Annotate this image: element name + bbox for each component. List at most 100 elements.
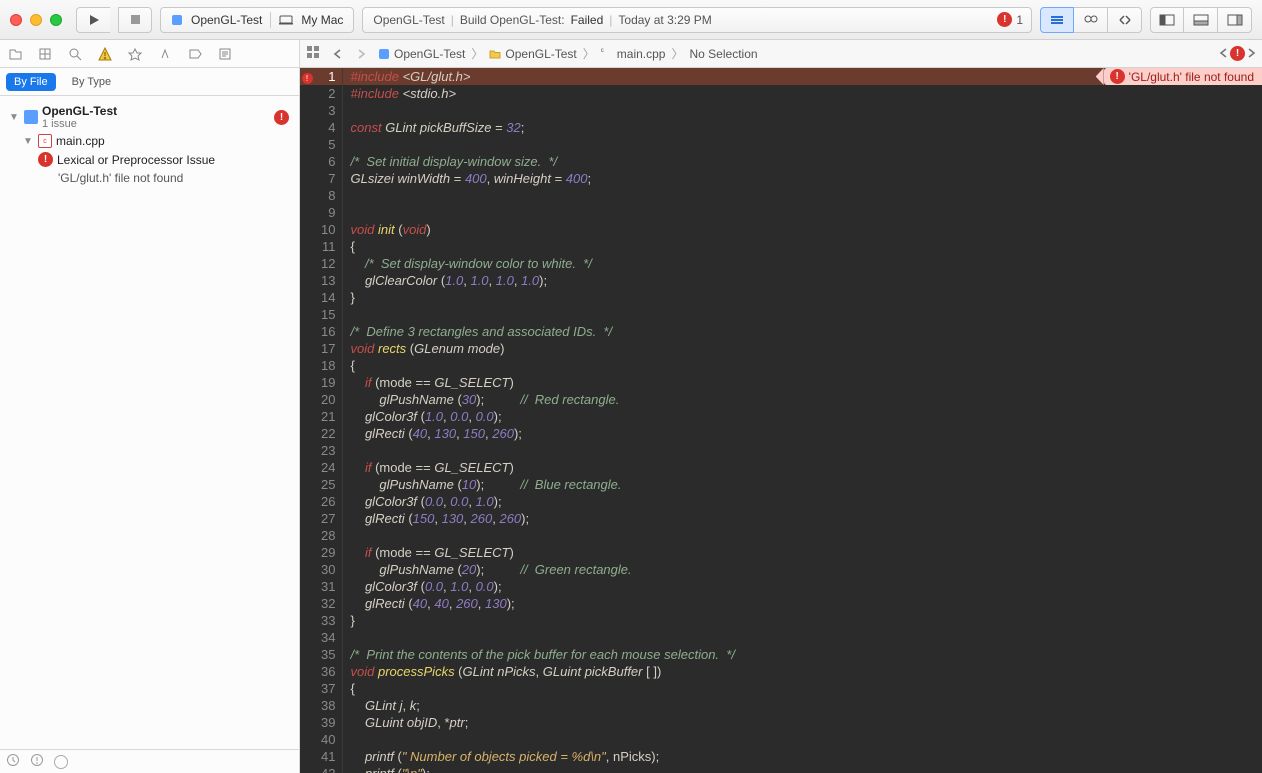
forward-button[interactable] [350, 44, 372, 64]
line-number[interactable]: 40 [314, 731, 342, 748]
assistant-editor-button[interactable] [1074, 7, 1108, 33]
activity-viewer[interactable]: OpenGL-Test | Build OpenGL-Test: Failed … [362, 7, 1032, 33]
error-filter-icon[interactable] [30, 753, 44, 770]
line-number[interactable]: 14 [314, 289, 342, 306]
debug-navigator-tab[interactable] [156, 47, 174, 61]
code-content[interactable]: glColor3f (0.0, 0.0, 1.0); [342, 493, 1262, 510]
version-editor-button[interactable] [1108, 7, 1142, 33]
code-content[interactable]: if (mode == GL_SELECT) [342, 374, 1262, 391]
code-content[interactable]: { [342, 680, 1262, 697]
code-content[interactable]: glColor3f (0.0, 1.0, 0.0); [342, 578, 1262, 595]
filter-field[interactable] [54, 755, 68, 769]
line-number[interactable]: 39 [314, 714, 342, 731]
gutter-error-cell[interactable] [300, 578, 314, 595]
code-content[interactable]: /* Set initial display-window size. */ [342, 153, 1262, 170]
line-number[interactable]: 13 [314, 272, 342, 289]
line-number[interactable]: 19 [314, 374, 342, 391]
line-number[interactable]: 22 [314, 425, 342, 442]
previous-issue-button[interactable] [1219, 47, 1228, 61]
code-content[interactable]: /* Print the contents of the pick buffer… [342, 646, 1262, 663]
gutter-error-cell[interactable] [300, 391, 314, 408]
code-content[interactable]: { [342, 357, 1262, 374]
toggle-left-panel-button[interactable] [1150, 7, 1184, 33]
code-content[interactable]: glPushName (10); // Blue rectangle. [342, 476, 1262, 493]
issue-entry-row[interactable]: ! Lexical or Preprocessor Issue [4, 150, 295, 169]
code-content[interactable]: printf ("\n"); [342, 765, 1262, 773]
code-content[interactable]: } [342, 612, 1262, 629]
line-number[interactable]: 16 [314, 323, 342, 340]
code-content[interactable] [342, 136, 1262, 153]
line-number[interactable]: 6 [314, 153, 342, 170]
filter-by-type[interactable]: By Type [64, 73, 120, 91]
code-content[interactable]: { [342, 238, 1262, 255]
line-number[interactable]: 17 [314, 340, 342, 357]
line-number[interactable]: 37 [314, 680, 342, 697]
gutter-error-cell[interactable] [300, 153, 314, 170]
code-line[interactable]: 42 printf ("\n"); [300, 765, 1262, 773]
line-number[interactable]: 30 [314, 561, 342, 578]
code-content[interactable]: void init (void) [342, 221, 1262, 238]
line-number[interactable]: 1 [314, 68, 342, 85]
code-content[interactable]: /* Set display-window color to white. */ [342, 255, 1262, 272]
line-number[interactable]: 23 [314, 442, 342, 459]
code-line[interactable]: 29 if (mode == GL_SELECT) [300, 544, 1262, 561]
code-line[interactable]: 32 glRecti (40, 40, 260, 130); [300, 595, 1262, 612]
code-content[interactable] [342, 442, 1262, 459]
gutter-error-cell[interactable] [300, 255, 314, 272]
gutter-error-cell[interactable] [300, 697, 314, 714]
report-navigator-tab[interactable] [216, 47, 234, 61]
line-number[interactable]: 35 [314, 646, 342, 663]
line-number[interactable]: 7 [314, 170, 342, 187]
gutter-error-cell[interactable] [300, 102, 314, 119]
gutter-error-cell[interactable]: ! [300, 68, 314, 85]
code-line[interactable]: 28 [300, 527, 1262, 544]
code-content[interactable] [342, 102, 1262, 119]
line-number[interactable]: 4 [314, 119, 342, 136]
code-line[interactable]: 4const GLint pickBuffSize = 32; [300, 119, 1262, 136]
line-number[interactable]: 36 [314, 663, 342, 680]
line-number[interactable]: 42 [314, 765, 342, 773]
gutter-error-cell[interactable] [300, 510, 314, 527]
project-navigator-tab[interactable] [6, 47, 24, 61]
code-line[interactable]: 27 glRecti (150, 130, 260, 260); [300, 510, 1262, 527]
line-number[interactable]: 18 [314, 357, 342, 374]
gutter-error-cell[interactable] [300, 221, 314, 238]
line-number[interactable]: 32 [314, 595, 342, 612]
line-number[interactable]: 10 [314, 221, 342, 238]
code-line[interactable]: 17void rects (GLenum mode) [300, 340, 1262, 357]
code-line[interactable]: 10void init (void) [300, 221, 1262, 238]
gutter-error-cell[interactable] [300, 340, 314, 357]
code-content[interactable]: glRecti (40, 40, 260, 130); [342, 595, 1262, 612]
code-line[interactable]: 21 glColor3f (1.0, 0.0, 0.0); [300, 408, 1262, 425]
code-content[interactable]: if (mode == GL_SELECT) [342, 459, 1262, 476]
zoom-window-button[interactable] [50, 14, 62, 26]
gutter-error-cell[interactable] [300, 629, 314, 646]
issue-project-row[interactable]: ▼ OpenGL-Test 1 issue ! [4, 102, 295, 132]
breakpoint-navigator-tab[interactable] [186, 47, 204, 61]
code-line[interactable]: 26 glColor3f (0.0, 0.0, 1.0); [300, 493, 1262, 510]
line-number[interactable]: 31 [314, 578, 342, 595]
code-content[interactable] [342, 731, 1262, 748]
line-number[interactable]: 28 [314, 527, 342, 544]
code-line[interactable]: 6/* Set initial display-window size. */ [300, 153, 1262, 170]
gutter-error-cell[interactable] [300, 663, 314, 680]
line-number[interactable]: 15 [314, 306, 342, 323]
gutter-error-cell[interactable] [300, 476, 314, 493]
source-editor[interactable]: ! 'GL/glut.h' file not found !1#include … [300, 68, 1262, 773]
line-number[interactable]: 20 [314, 391, 342, 408]
minimize-window-button[interactable] [30, 14, 42, 26]
code-content[interactable]: #include <stdio.h> [342, 85, 1262, 102]
code-line[interactable]: 11{ [300, 238, 1262, 255]
code-line[interactable]: 25 glPushName (10); // Blue rectangle. [300, 476, 1262, 493]
code-line[interactable]: 34 [300, 629, 1262, 646]
gutter-error-cell[interactable] [300, 765, 314, 773]
code-content[interactable]: void rects (GLenum mode) [342, 340, 1262, 357]
gutter-error-cell[interactable] [300, 561, 314, 578]
code-line[interactable]: 2#include <stdio.h> [300, 85, 1262, 102]
code-content[interactable]: if (mode == GL_SELECT) [342, 544, 1262, 561]
code-line[interactable]: 39 GLuint objID, *ptr; [300, 714, 1262, 731]
breadcrumb-symbol[interactable]: No Selection [690, 47, 758, 61]
issue-detail-row[interactable]: 'GL/glut.h' file not found [4, 169, 295, 187]
code-line[interactable]: 30 glPushName (20); // Green rectangle. [300, 561, 1262, 578]
gutter-error-cell[interactable] [300, 595, 314, 612]
